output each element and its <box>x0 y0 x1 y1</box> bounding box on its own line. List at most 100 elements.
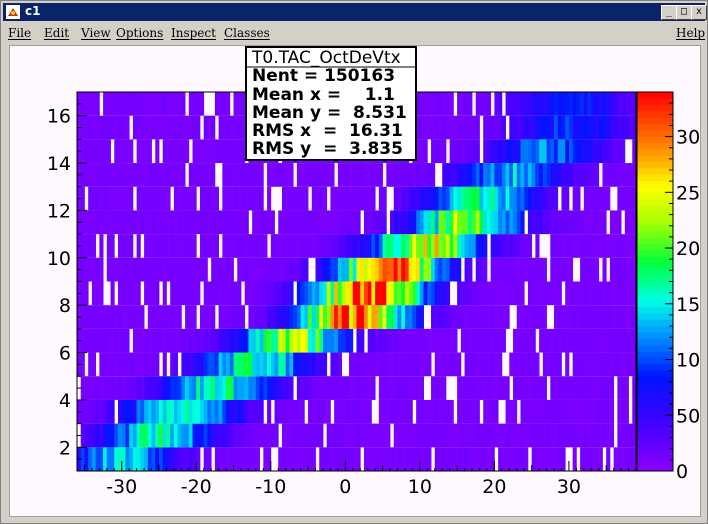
heatmap-cell <box>278 281 283 306</box>
heatmap-cell <box>412 376 417 400</box>
heatmap-cell <box>486 210 492 235</box>
heatmap-cell <box>401 281 406 306</box>
heatmap-cell <box>88 234 93 258</box>
heatmap-cell <box>557 376 562 400</box>
maximize-button[interactable]: □ <box>676 5 692 20</box>
heatmap-cell <box>475 447 480 471</box>
heatmap-cell <box>565 399 570 424</box>
heatmap-cell <box>516 328 521 353</box>
heatmap-cell <box>393 163 398 187</box>
heatmap-cell <box>393 352 398 377</box>
heatmap-cell <box>449 92 454 116</box>
menu-help[interactable]: Help <box>676 26 705 40</box>
heatmap-cell <box>576 234 581 258</box>
heatmap-cell <box>583 257 588 282</box>
heatmap-cell <box>378 281 383 306</box>
heatmap-cell <box>486 281 492 306</box>
heatmap-cell <box>431 423 436 448</box>
menu-classes[interactable]: Classes <box>224 26 270 40</box>
minimize-button[interactable]: _ <box>661 5 677 20</box>
heatmap-cell <box>505 376 510 400</box>
menu-options[interactable]: Options <box>116 26 163 40</box>
stats-box[interactable]: T0.TAC_OctDeVtx Nent = 150163 Mean x = 1… <box>245 46 417 161</box>
heatmap-cell <box>117 257 123 282</box>
heatmap-cell <box>207 399 212 424</box>
heatmap-cell <box>199 423 205 448</box>
heatmap-cell <box>125 423 130 448</box>
heatmap-cell <box>390 305 395 329</box>
heatmap-cell <box>308 234 313 258</box>
heatmap-cell <box>457 92 462 116</box>
heatmap-cell <box>401 352 406 377</box>
heatmap-cell <box>531 352 536 377</box>
heatmap-cell <box>568 328 574 353</box>
heatmap-cell <box>99 352 104 377</box>
heatmap-cell <box>554 376 559 400</box>
heatmap-cell <box>263 352 268 377</box>
y-tick-label: 10 <box>47 248 71 270</box>
heatmap-cell <box>226 186 231 211</box>
heatmap-cell <box>177 376 182 400</box>
heatmap-cell <box>140 328 145 353</box>
menu-edit[interactable]: Edit <box>44 26 69 40</box>
heatmap-cell <box>285 376 290 400</box>
menu-file[interactable]: File <box>8 26 31 40</box>
heatmap-cell <box>337 163 342 187</box>
heatmap-cell <box>289 376 294 400</box>
heatmap-cell <box>628 92 633 116</box>
heatmap-cell <box>308 376 313 400</box>
heatmap-cell <box>218 328 223 353</box>
close-button[interactable]: x <box>691 5 707 20</box>
heatmap-cell <box>214 328 220 353</box>
heatmap-cell <box>576 92 581 116</box>
heatmap-cell <box>240 92 246 116</box>
heatmap-cell <box>531 281 536 306</box>
heatmap-cell <box>140 139 145 164</box>
heatmap-cell <box>300 281 305 306</box>
heatmap-cell <box>226 399 231 424</box>
heatmap-cell <box>427 115 432 140</box>
heatmap-cell <box>587 234 592 258</box>
heatmap-cell <box>121 376 126 400</box>
heatmap-cell <box>390 281 395 306</box>
heatmap-cell <box>315 257 320 282</box>
heatmap-cell <box>595 447 600 471</box>
heatmap-cell <box>192 210 197 235</box>
heatmap-cell <box>554 352 559 377</box>
heatmap-cell <box>419 234 424 258</box>
heatmap-cell <box>248 163 253 187</box>
heatmap-cell <box>99 186 104 211</box>
palette-swatch <box>637 426 673 434</box>
heatmap-cell <box>207 447 212 471</box>
heatmap-cell <box>498 186 503 211</box>
heatmap-cell <box>449 186 454 211</box>
heatmap-cell <box>95 399 100 424</box>
heatmap-cell <box>501 257 506 282</box>
heatmap-cell <box>572 163 577 187</box>
heatmap-cell <box>252 186 257 211</box>
heatmap-plot[interactable]: -30 -20 -10 0 10 20 30 246810121416 0501015202… <box>10 46 700 516</box>
title-bar[interactable]: c1 _ □ x <box>3 3 707 21</box>
palette-swatch <box>637 136 673 144</box>
heatmap-cell <box>628 234 633 258</box>
heatmap-cell <box>460 447 465 471</box>
color-palette[interactable] <box>636 91 674 472</box>
heatmap-cell <box>311 328 316 353</box>
heatmap-cell <box>136 423 141 448</box>
heatmap-cell <box>542 281 547 306</box>
heatmap-cell <box>475 281 480 306</box>
heatmap-cell <box>207 352 212 377</box>
heatmap-cell <box>509 352 514 377</box>
heatmap-cell <box>140 210 145 235</box>
plot-canvas[interactable]: -30 -20 -10 0 10 20 30 2 4 6 8 10 12 14 16 0 50 10 15 20 2… <box>9 45 701 517</box>
heatmap-cell <box>95 92 100 116</box>
heatmap-cell <box>319 447 324 471</box>
heatmap-cell <box>576 352 581 377</box>
heatmap-cell <box>375 210 380 235</box>
menu-inspect[interactable]: Inspect <box>171 26 216 40</box>
heatmap-cell <box>628 305 633 329</box>
heatmap-cell <box>386 257 391 282</box>
heatmap-cell <box>535 447 540 471</box>
heatmap-cell <box>472 163 477 187</box>
menu-view[interactable]: View <box>81 26 111 40</box>
